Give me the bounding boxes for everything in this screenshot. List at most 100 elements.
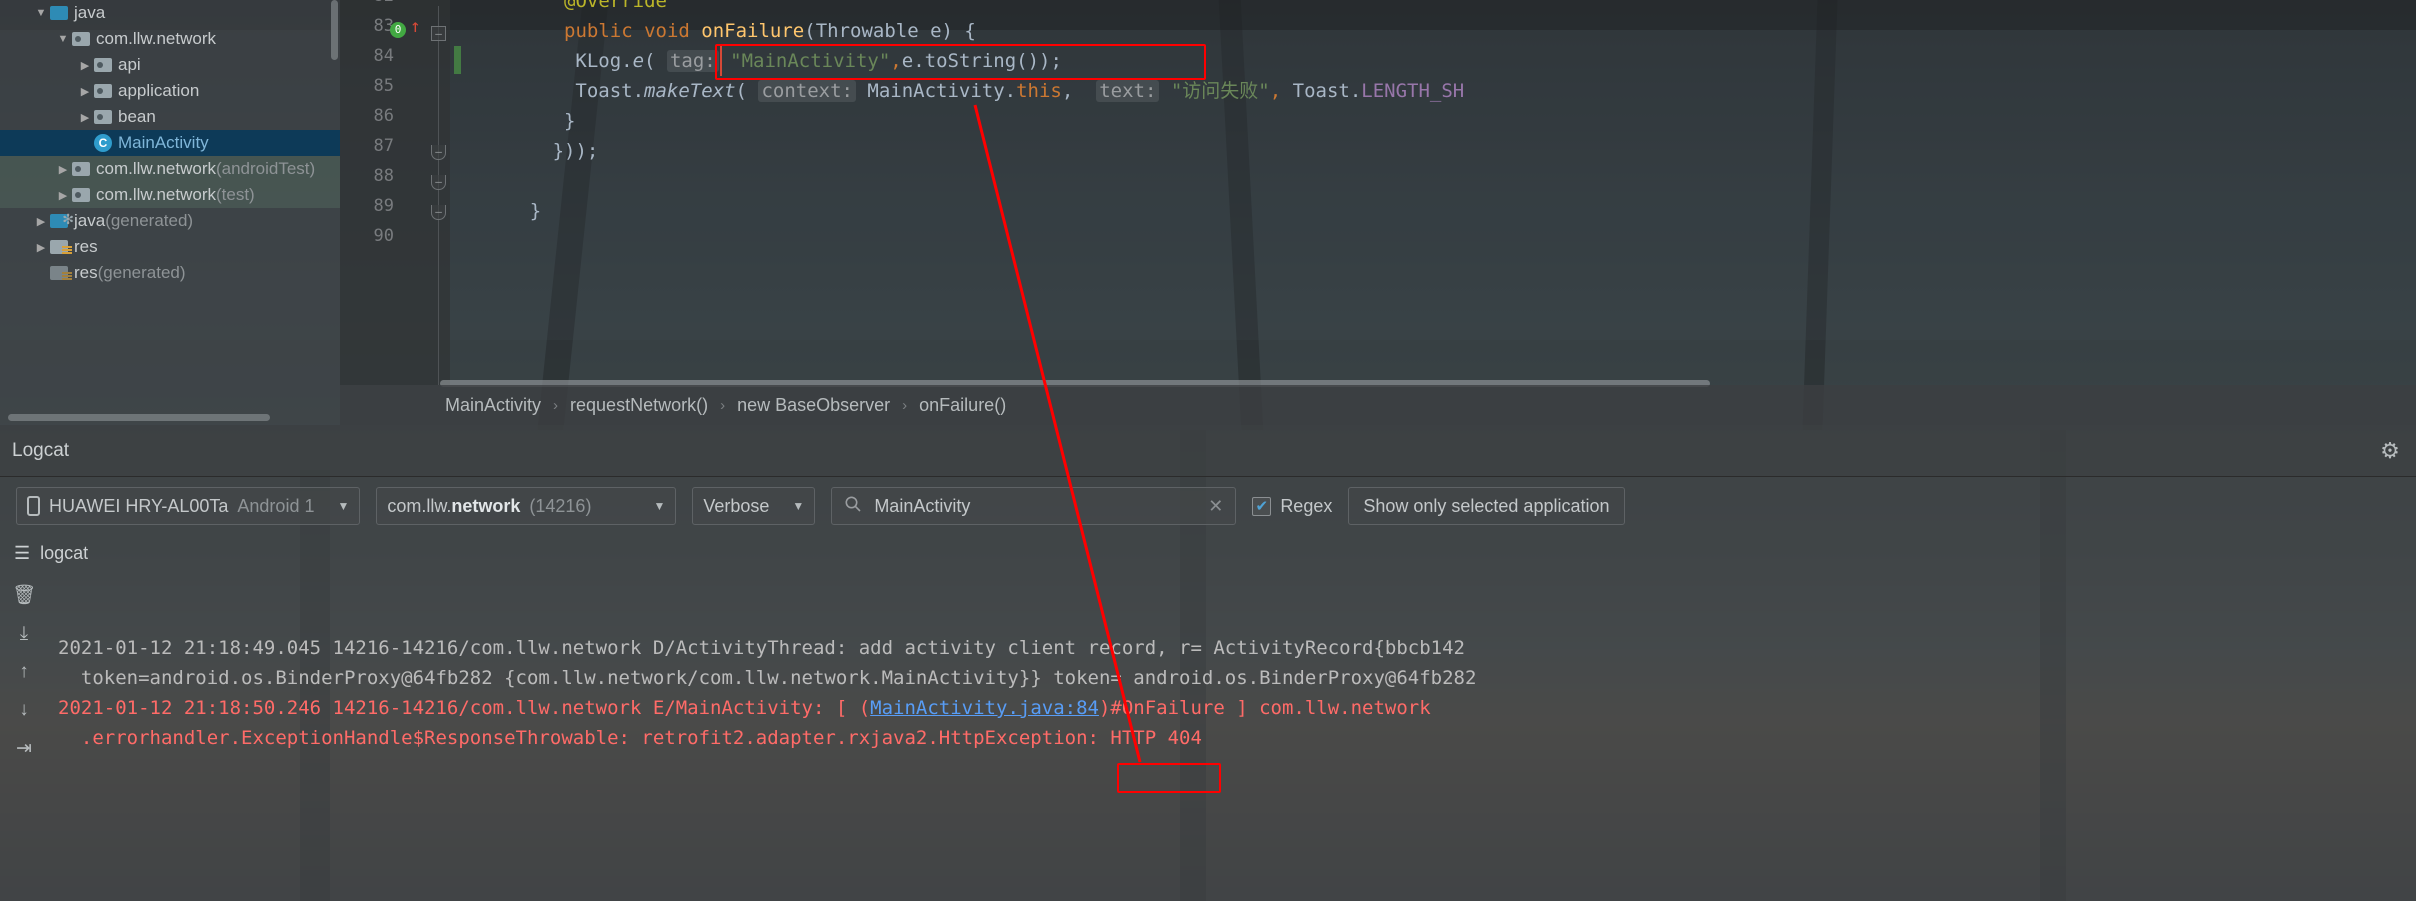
package-icon <box>94 84 112 98</box>
log-line[interactable]: .errorhandler.ExceptionHandle$ResponseTh… <box>58 723 2416 753</box>
tree-item-com-llw-network[interactable]: ▶ com.llw.network (androidTest) <box>0 156 340 182</box>
code-token: context: <box>758 80 856 102</box>
tree-item-application[interactable]: ▶ application <box>0 78 340 104</box>
code-line-83[interactable]: public void onFailure(Throwable e) { <box>564 16 976 46</box>
breadcrumb[interactable]: MainActivity › requestNetwork() › new Ba… <box>340 385 2416 425</box>
breadcrumb-item-0[interactable]: MainActivity <box>445 395 541 416</box>
process-selector[interactable]: com.llw. network (14216) ▼ <box>376 487 677 525</box>
code-token: Throwable <box>815 20 919 42</box>
disclosure-triangle-icon[interactable]: ▶ <box>32 241 50 254</box>
logcat-panel[interactable]: Logcat ⚙ HUAWEI HRY-AL00Ta Android 1 ▼ c… <box>0 425 2416 901</box>
gutter-override-badge[interactable]: 0 <box>390 22 406 38</box>
log-segment[interactable]: MainActivity.java:84 <box>870 697 1099 719</box>
regex-label: Regex <box>1280 495 1333 516</box>
soft-wrap-icon[interactable]: ⇥ <box>16 737 32 760</box>
tree-item-res[interactable]: ▶ res <box>0 234 340 260</box>
fold-marker[interactable]: – <box>431 145 446 160</box>
project-tree-pane[interactable]: ▼ java ▼ com.llw.network ▶ api ▶ application ▶ be… <box>0 0 340 425</box>
log-line[interactable]: 2021-01-12 21:18:49.045 14216-14216/com.… <box>58 633 2416 663</box>
logcat-search-input[interactable]: MainActivity ✕ <box>831 487 1237 525</box>
line-number: 89 <box>373 196 394 216</box>
device-selector[interactable]: HUAWEI HRY-AL00Ta Android 1 ▼ <box>16 487 361 525</box>
phone-icon <box>27 496 40 516</box>
code-token: e) { <box>918 20 976 42</box>
show-only-selected-application-selector[interactable]: Show only selected application <box>1348 487 1625 525</box>
code-line-86[interactable]: } <box>564 106 575 136</box>
disclosure-triangle-icon[interactable]: ▼ <box>32 7 50 19</box>
log-level-value: Verbose <box>703 495 770 516</box>
tree-item-label: com.llw.network <box>96 185 216 204</box>
process-pid: (14216) <box>529 495 592 516</box>
code-text-area[interactable]: @Override public void onFailure(Throwable… <box>450 0 2416 385</box>
logcat-toolbar[interactable]: HUAWEI HRY-AL00Ta Android 1 ▼ com.llw. n… <box>0 477 2416 535</box>
tree-item-res[interactable]: ▶res (generated) <box>0 260 340 286</box>
ide-window: ▼ java ▼ com.llw.network ▶ api ▶ application ▶ be… <box>0 0 2416 901</box>
code-token: e.toString()); <box>901 50 1062 72</box>
line-number: 85 <box>373 76 394 96</box>
disclosure-triangle-icon[interactable]: ▶ <box>76 111 94 124</box>
gear-icon[interactable]: ⚙ <box>2378 438 2402 463</box>
code-line-82[interactable]: @Override <box>564 0 667 16</box>
fold-marker[interactable]: – <box>431 175 446 190</box>
code-line-85[interactable]: Toast.makeText( context: MainActivity.th… <box>575 76 1464 106</box>
disclosure-triangle-icon[interactable]: ▶ <box>32 215 50 228</box>
down-arrow-icon[interactable]: ↓ <box>19 699 29 721</box>
log-line[interactable]: 2021-01-12 21:18:50.246 14216-14216/com.… <box>58 693 2416 723</box>
device-name: HUAWEI HRY-AL00Ta <box>49 495 229 516</box>
regex-checkbox[interactable]: ✔ Regex <box>1252 496 1332 517</box>
line-number: 88 <box>373 166 394 186</box>
tree-item-java[interactable]: ▶ java (generated) <box>0 208 340 234</box>
breadcrumb-item-1[interactable]: requestNetwork() <box>570 395 708 416</box>
fold-marker[interactable]: – <box>431 205 446 220</box>
scroll-to-end-icon[interactable]: ⤓ <box>20 623 28 645</box>
res-folder-generated-icon <box>50 266 72 281</box>
tree-item-mainactivity[interactable]: ▶CMainActivity <box>0 130 340 156</box>
log-level-selector[interactable]: Verbose ▼ <box>692 487 816 525</box>
clear-logcat-icon[interactable]: 🗑 <box>12 583 36 607</box>
disclosure-triangle-icon[interactable]: ▶ <box>76 85 94 98</box>
code-token: KLog. <box>575 50 633 72</box>
code-token: "访问失败" <box>1159 80 1270 102</box>
tree-item-java[interactable]: ▼ java <box>0 0 340 26</box>
fold-column[interactable]: – – – – <box>428 0 450 385</box>
tree-item-label: MainActivity <box>118 133 209 152</box>
fold-marker[interactable]: – <box>431 26 446 41</box>
code-token: } <box>529 200 542 222</box>
tree-item-bean[interactable]: ▶ bean <box>0 104 340 130</box>
close-icon[interactable]: ✕ <box>1208 496 1223 517</box>
breadcrumb-item-3[interactable]: onFailure() <box>919 395 1006 416</box>
tree-item-label: java <box>74 211 106 230</box>
chevron-down-icon[interactable]: ▼ <box>639 499 665 513</box>
disclosure-triangle-icon[interactable]: ▶ <box>54 163 72 176</box>
line-number: 86 <box>373 106 394 126</box>
package-icon <box>72 32 90 46</box>
tree-item-com-llw-network[interactable]: ▶ com.llw.network (test) <box>0 182 340 208</box>
tree-item-qualifier: (androidTest) <box>215 159 316 178</box>
chevron-down-icon[interactable]: ▼ <box>778 499 804 513</box>
logcat-sidebar-toolbar[interactable]: 🗑 ⤓ ↑ ↓ ⇥ <box>0 535 48 901</box>
logcat-output[interactable]: 2021-01-12 21:18:49.045 14216-14216/com.… <box>48 573 2416 901</box>
editor-gutter[interactable]: 828384858687888990 0 ↑ – – – – <box>340 0 450 385</box>
code-token: "MainActivity" <box>718 50 891 72</box>
chevron-down-icon[interactable]: ▼ <box>323 499 349 513</box>
disclosure-triangle-icon[interactable]: ▶ <box>54 189 72 202</box>
disclosure-triangle-icon[interactable]: ▼ <box>54 33 72 45</box>
project-vertical-scrollbar[interactable] <box>331 0 338 60</box>
up-arrow-icon[interactable]: ↑ <box>19 661 29 683</box>
project-horizontal-scrollbar[interactable] <box>8 414 270 421</box>
code-line-89[interactable]: } <box>530 196 541 226</box>
line-number: 90 <box>373 226 394 246</box>
breadcrumb-separator-icon: › <box>553 396 559 414</box>
tree-item-com-llw-network[interactable]: ▼ com.llw.network <box>0 26 340 52</box>
code-editor[interactable]: 828384858687888990 0 ↑ – – – – @Override… <box>340 0 2416 425</box>
tree-item-api[interactable]: ▶ api <box>0 52 340 78</box>
check-icon[interactable]: ✔ <box>1252 496 1272 516</box>
code-line-84[interactable]: KLog.e( tag: "MainActivity",e.toString()… <box>575 46 1062 76</box>
breadcrumb-separator-icon: › <box>720 396 726 414</box>
code-line-87[interactable]: })); <box>553 136 599 166</box>
disclosure-triangle-icon[interactable]: ▶ <box>76 59 94 72</box>
breadcrumb-item-2[interactable]: new BaseObserver <box>737 395 890 416</box>
logcat-body[interactable]: ☰ logcat 🗑 ⤓ ↑ ↓ ⇥ 2021-01-12 21:18:49.0… <box>0 535 2416 901</box>
code-token: LENGTH_SH <box>1361 80 1465 102</box>
log-line[interactable]: token=android.os.BinderProxy@64fb282 {co… <box>58 663 2416 693</box>
